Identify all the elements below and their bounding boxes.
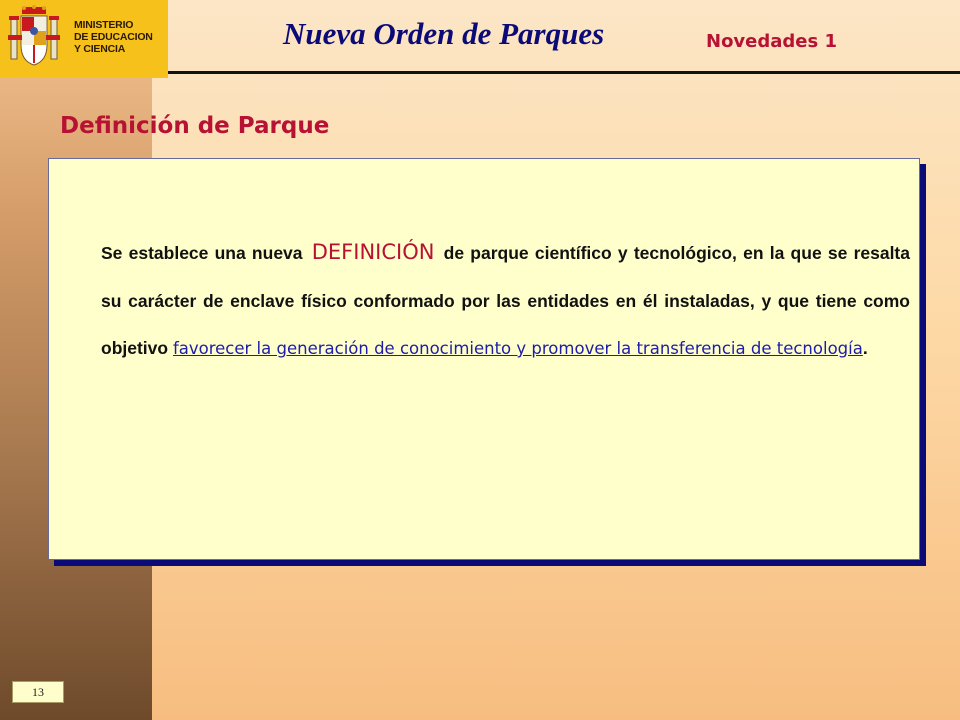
content-box: Se establece una nueva DEFINICIÓN de par… bbox=[48, 158, 920, 560]
page-number: 13 bbox=[12, 681, 64, 703]
ministry-logo: MINISTERIO DE EDUCACION Y CIENCIA bbox=[0, 0, 168, 78]
coat-of-arms-icon bbox=[8, 5, 60, 66]
ministry-line-1: MINISTERIO bbox=[74, 19, 134, 31]
ministry-line-2: DE EDUCACION bbox=[74, 31, 153, 43]
objective-link[interactable]: favorecer la generación de conocimiento … bbox=[173, 339, 863, 358]
ministry-line-3: Y CIENCIA bbox=[74, 43, 126, 55]
ministry-name: MINISTERIO DE EDUCACION Y CIENCIA bbox=[74, 19, 153, 55]
section-title: Definición de Parque bbox=[60, 113, 330, 139]
paragraph-intro: Se establece una nueva bbox=[101, 243, 309, 263]
slide-tag: Novedades 1 bbox=[706, 31, 838, 52]
header-divider bbox=[168, 71, 960, 74]
keyword-definicion: DEFINICIÓN bbox=[311, 240, 435, 264]
paragraph-end: . bbox=[862, 338, 868, 358]
page-title: Nueva Orden de Parques bbox=[283, 16, 605, 51]
content-paragraph: Se establece una nueva DEFINICIÓN de par… bbox=[101, 229, 910, 373]
